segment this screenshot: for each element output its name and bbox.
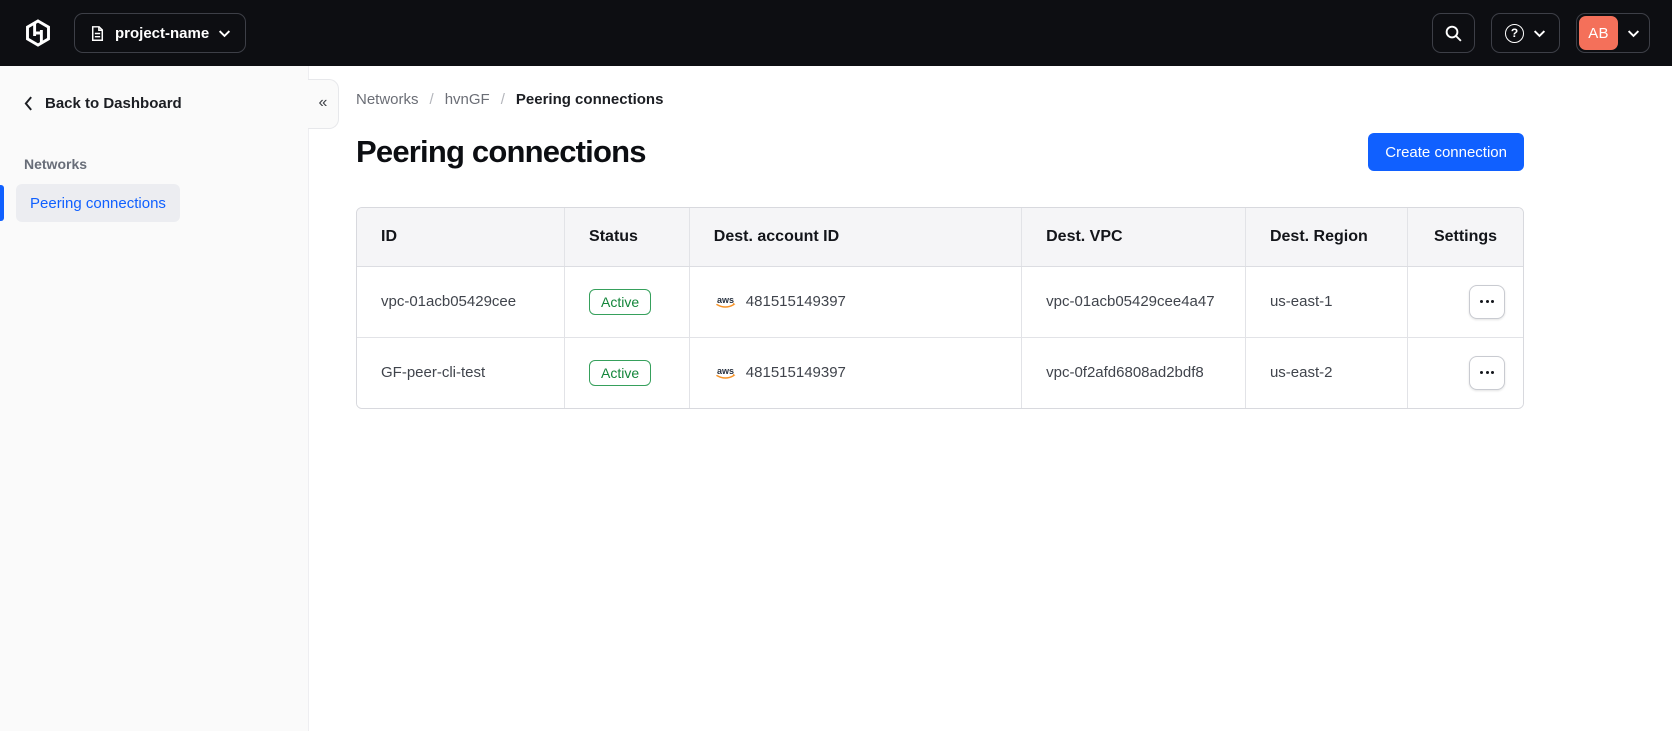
document-icon <box>89 25 106 42</box>
chevron-down-icon <box>218 29 231 38</box>
column-header-status: Status <box>564 208 690 267</box>
cell-dest-vpc: vpc-01acb05429cee4a47 <box>1021 266 1246 337</box>
table-row: vpc-01acb05429cee Active aws 48151514939… <box>357 266 1523 337</box>
breadcrumb: Networks / hvnGF / Peering connections <box>356 90 1524 108</box>
chevron-down-icon <box>1627 29 1640 38</box>
sidebar-section-networks: Networks <box>24 156 88 172</box>
project-name-label: project-name <box>115 24 210 42</box>
ellipsis-icon <box>1480 300 1494 303</box>
status-badge: Active <box>589 288 652 315</box>
cell-settings <box>1407 336 1523 408</box>
avatar: AB <box>1579 16 1618 50</box>
cell-dest-vpc: vpc-0f2afd6808ad2bdf8 <box>1021 336 1246 408</box>
row-settings-button[interactable] <box>1469 355 1505 390</box>
project-switcher[interactable]: project-name <box>74 13 247 53</box>
column-header-settings: Settings <box>1407 208 1523 267</box>
aws-icon: aws <box>716 366 736 379</box>
cell-dest-region: us-east-2 <box>1245 336 1409 408</box>
sidebar-collapse-button[interactable]: « <box>308 79 339 129</box>
cell-id: vpc-01acb05429cee <box>357 266 566 337</box>
breadcrumb-hvn[interactable]: hvnGF <box>445 91 490 108</box>
ellipsis-icon <box>1480 371 1494 375</box>
row-settings-button[interactable] <box>1469 284 1505 319</box>
breadcrumb-separator: / <box>429 90 434 108</box>
hashicorp-logo[interactable] <box>24 19 52 47</box>
cell-status: Active <box>564 266 690 337</box>
top-navbar: project-name ? AB <box>0 0 1672 66</box>
navbar-right-controls: ? AB <box>1432 13 1650 53</box>
svg-text:aws: aws <box>717 295 734 305</box>
peering-connections-table: ID Status Dest. account ID Dest. VPC Des… <box>356 207 1524 409</box>
breadcrumb-networks[interactable]: Networks <box>356 91 419 108</box>
cell-id: GF-peer-cli-test <box>357 336 566 408</box>
app-shell: Back to Dashboard Networks Peering conne… <box>0 66 1672 731</box>
table-row: GF-peer-cli-test Active aws 481515149397… <box>357 336 1523 408</box>
search-button[interactable] <box>1432 13 1475 53</box>
back-to-dashboard-label: Back to Dashboard <box>45 94 182 112</box>
breadcrumb-separator: / <box>500 90 505 108</box>
chevron-left-icon <box>24 95 33 111</box>
table-header-row: ID Status Dest. account ID Dest. VPC Des… <box>357 208 1523 267</box>
help-menu-button[interactable]: ? <box>1491 13 1560 53</box>
help-icon: ? <box>1505 23 1524 43</box>
dest-account-id-value: 481515149397 <box>745 364 846 382</box>
back-to-dashboard-link[interactable]: Back to Dashboard <box>0 90 308 116</box>
column-header-dest-region: Dest. Region <box>1245 208 1409 267</box>
chevron-down-icon <box>1533 29 1546 38</box>
cell-settings <box>1407 266 1523 337</box>
column-header-dest-account-id: Dest. account ID <box>689 208 1023 267</box>
cell-dest-account-id: aws 481515149397 <box>689 336 1023 408</box>
dest-account-id-value: 481515149397 <box>745 293 846 310</box>
status-badge: Active <box>589 359 652 386</box>
collapse-sidebar-icon: « <box>318 94 328 111</box>
column-header-dest-vpc: Dest. VPC <box>1021 208 1246 267</box>
cell-dest-account-id: aws 481515149397 <box>689 266 1023 337</box>
main-content: « Networks / hvnGF / Peering connections… <box>308 66 1672 731</box>
cell-status: Active <box>564 336 690 408</box>
hashicorp-logo-icon <box>26 19 50 47</box>
aws-icon: aws <box>716 295 736 308</box>
create-connection-button[interactable]: Create connection <box>1368 133 1524 171</box>
breadcrumb-current: Peering connections <box>515 90 664 108</box>
user-menu-button[interactable]: AB <box>1576 13 1650 53</box>
cell-dest-region: us-east-1 <box>1245 266 1409 337</box>
page-header: Peering connections Create connection <box>356 130 1524 174</box>
sidebar-item-peering-connections[interactable]: Peering connections <box>0 184 180 222</box>
sidebar-item-label: Peering connections <box>30 194 166 212</box>
sidebar: Back to Dashboard Networks Peering conne… <box>0 66 309 731</box>
page-title: Peering connections <box>356 134 647 169</box>
active-item-indicator <box>0 185 4 221</box>
column-header-id: ID <box>357 208 566 267</box>
search-icon <box>1444 24 1463 43</box>
svg-text:aws: aws <box>717 366 734 376</box>
